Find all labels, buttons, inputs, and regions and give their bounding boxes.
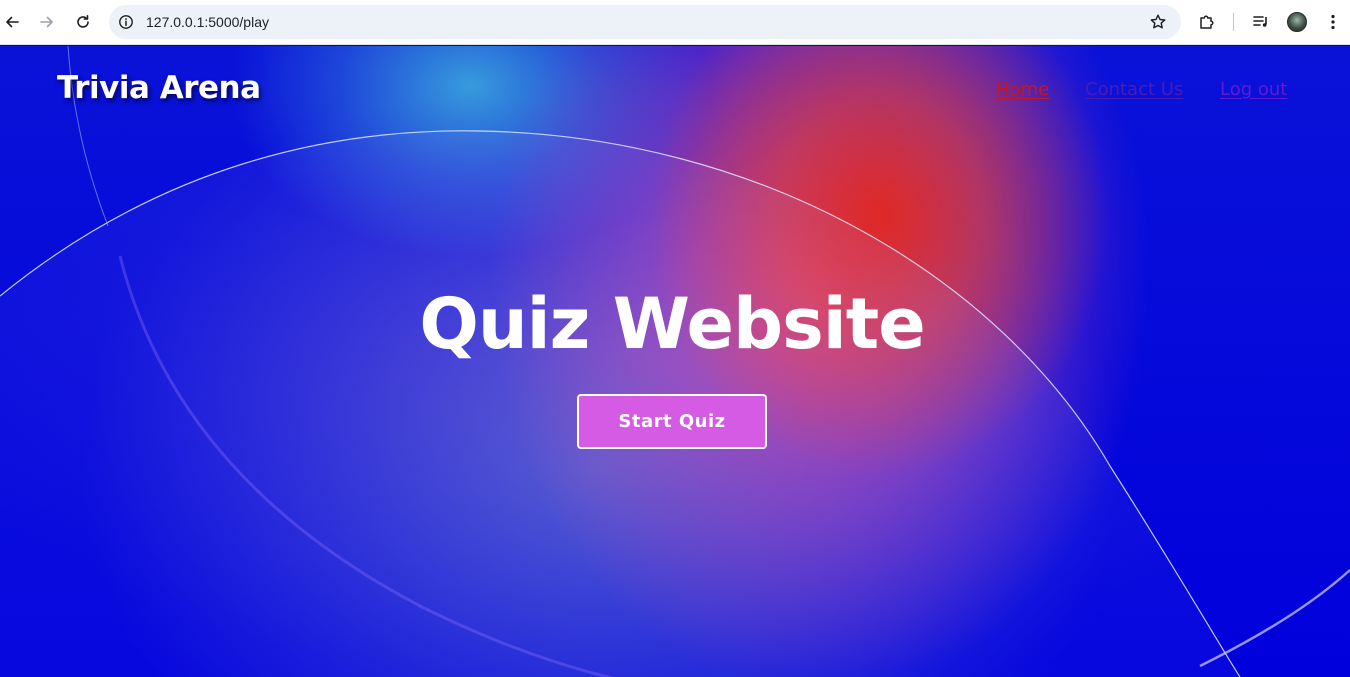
nav-contact-link[interactable]: Contact Us xyxy=(1085,79,1183,100)
arrow-left-icon xyxy=(6,16,19,28)
menu-button[interactable] xyxy=(1322,11,1344,33)
address-bar[interactable]: 127.0.0.1:5000/play xyxy=(109,5,1181,39)
forward-button[interactable] xyxy=(36,11,58,33)
nav-logout-link[interactable]: Log out xyxy=(1220,79,1287,100)
start-quiz-button[interactable]: Start Quiz xyxy=(577,394,767,449)
kebab-menu-icon xyxy=(1331,14,1335,30)
page-viewport: Trivia Arena Home Contact Us Log out Qui… xyxy=(0,46,1350,677)
reload-button[interactable] xyxy=(72,11,94,33)
browser-toolbar: 127.0.0.1:5000/play xyxy=(0,0,1350,45)
arrow-right-icon xyxy=(40,16,53,28)
nav-home-link[interactable]: Home xyxy=(996,79,1049,100)
media-button[interactable] xyxy=(1250,11,1272,33)
back-button[interactable] xyxy=(1,11,23,33)
reload-icon xyxy=(77,15,89,28)
url-text[interactable]: 127.0.0.1:5000/play xyxy=(146,13,269,31)
info-icon[interactable] xyxy=(118,14,134,30)
toolbar-divider xyxy=(1233,13,1234,31)
star-icon[interactable] xyxy=(1149,13,1167,31)
puzzle-icon xyxy=(1200,15,1214,29)
site-nav: Home Contact Us Log out xyxy=(0,79,1350,105)
hero-title: Quiz Website xyxy=(419,283,925,365)
avatar[interactable] xyxy=(1287,12,1307,32)
playlist-icon xyxy=(1253,16,1267,27)
extensions-button[interactable] xyxy=(1196,11,1218,33)
